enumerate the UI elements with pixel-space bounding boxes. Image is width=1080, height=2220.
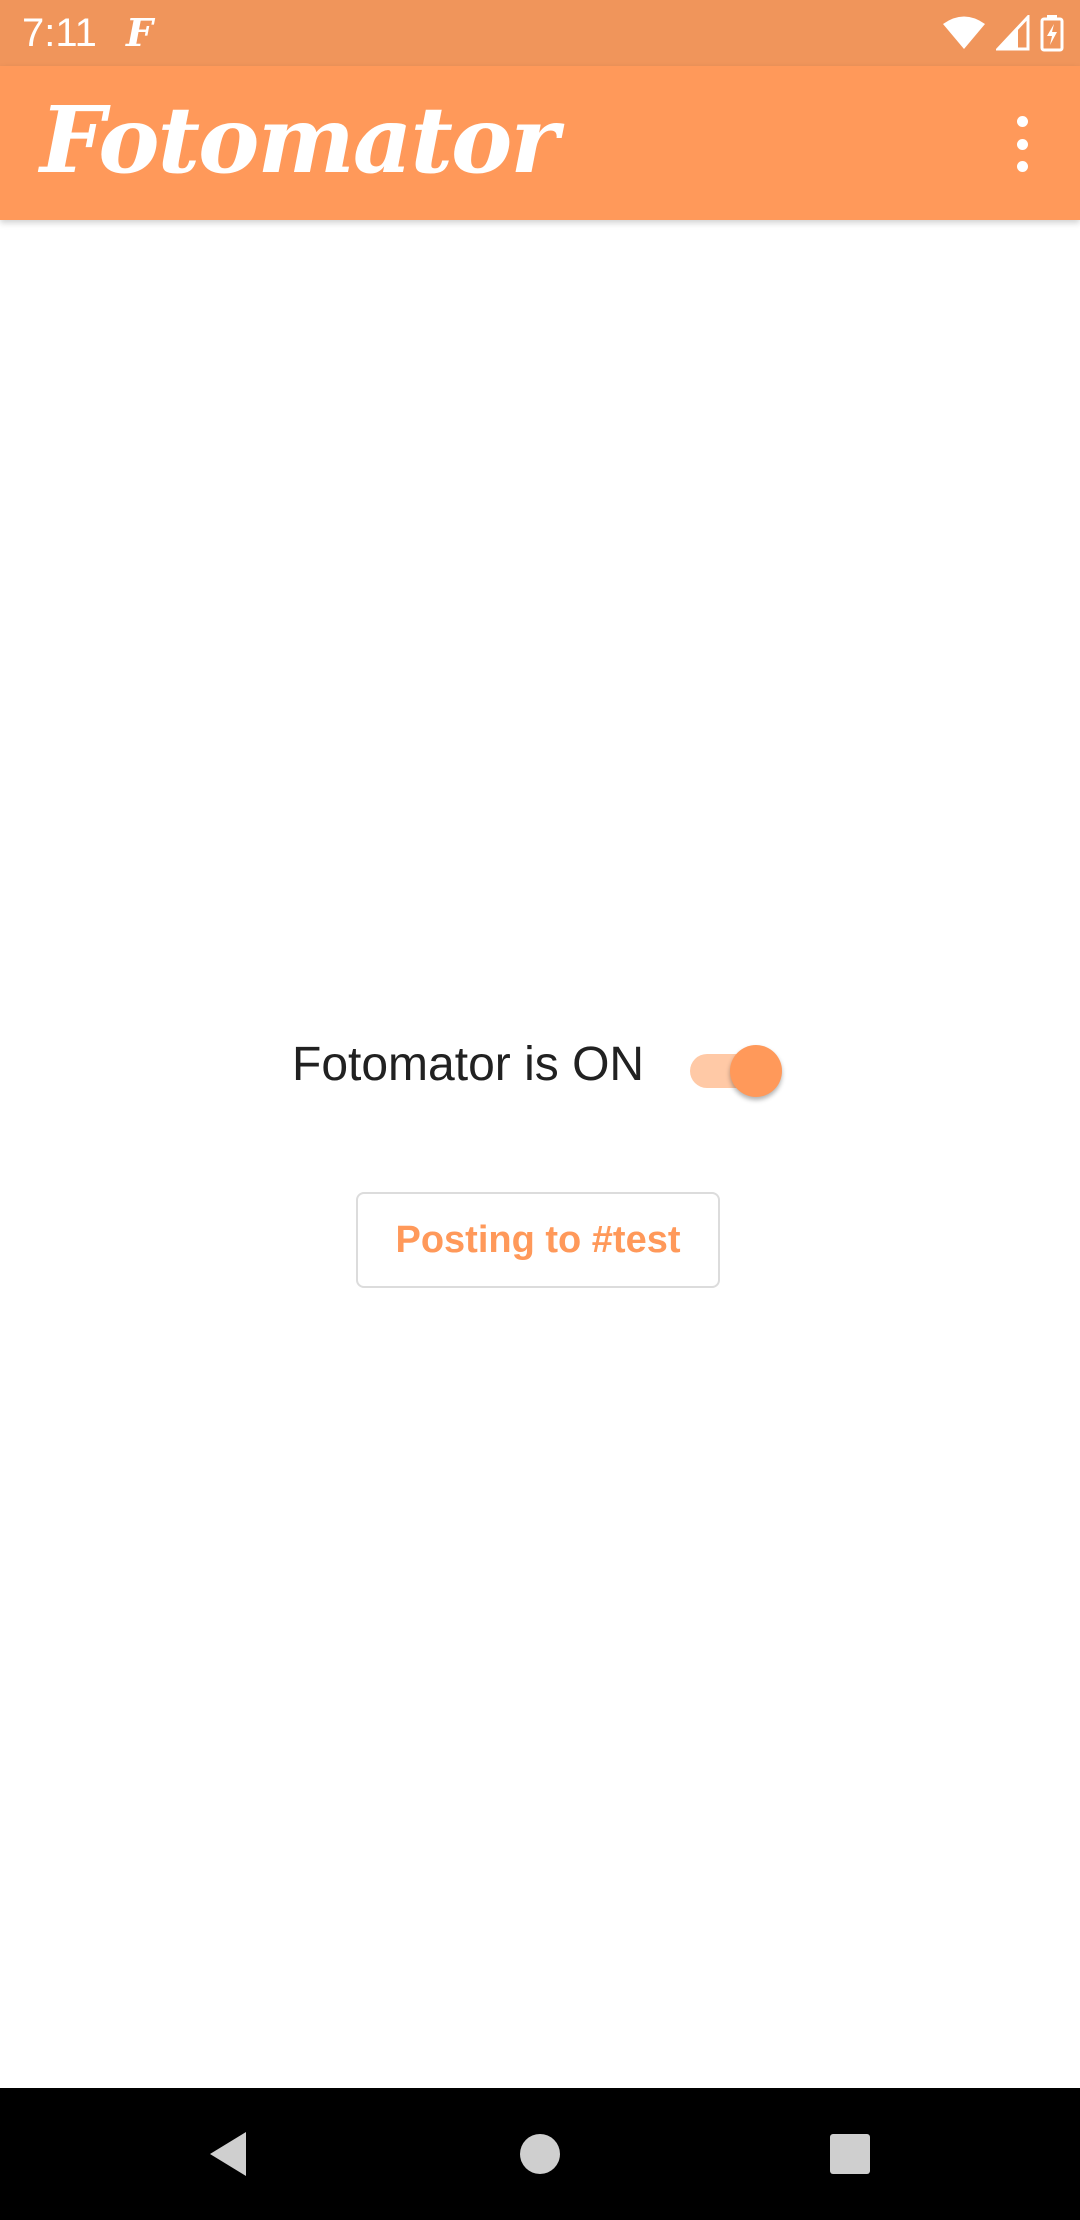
- menu-dot: [1016, 138, 1028, 150]
- menu-dot: [1016, 116, 1028, 127]
- recents-icon[interactable]: [820, 2124, 880, 2184]
- more-vert-icon[interactable]: [1000, 116, 1044, 172]
- app-bar: Fotomator: [0, 66, 1080, 220]
- battery-charging-icon: [1040, 15, 1064, 52]
- status-time: 7:11: [22, 11, 97, 55]
- toggle-row: Fotomator is ON: [0, 1030, 1080, 1100]
- status-icons: [942, 12, 1064, 54]
- home-circle: [520, 2134, 560, 2174]
- fotomator-f-icon: F: [126, 10, 153, 55]
- menu-dot: [1016, 161, 1028, 172]
- channel-button[interactable]: Posting to #test: [356, 1192, 720, 1288]
- navigation-bar: [0, 2088, 1080, 2220]
- recents-square: [830, 2134, 870, 2174]
- screen: 7:11 F Fotomator Fotomator is ON Posting…: [0, 0, 1080, 2220]
- back-triangle: [210, 2132, 246, 2176]
- fotomator-toggle-switch[interactable]: [686, 1040, 782, 1097]
- wifi-icon: [943, 16, 985, 49]
- cell-signal-icon: [996, 15, 1030, 51]
- status-bar: 7:11 F: [0, 0, 1080, 66]
- switch-thumb: [730, 1045, 782, 1097]
- back-icon[interactable]: [198, 2124, 258, 2184]
- toggle-label: Fotomator is ON: [292, 1038, 645, 1091]
- app-logo: Fotomator: [40, 86, 559, 194]
- home-icon[interactable]: [510, 2124, 570, 2184]
